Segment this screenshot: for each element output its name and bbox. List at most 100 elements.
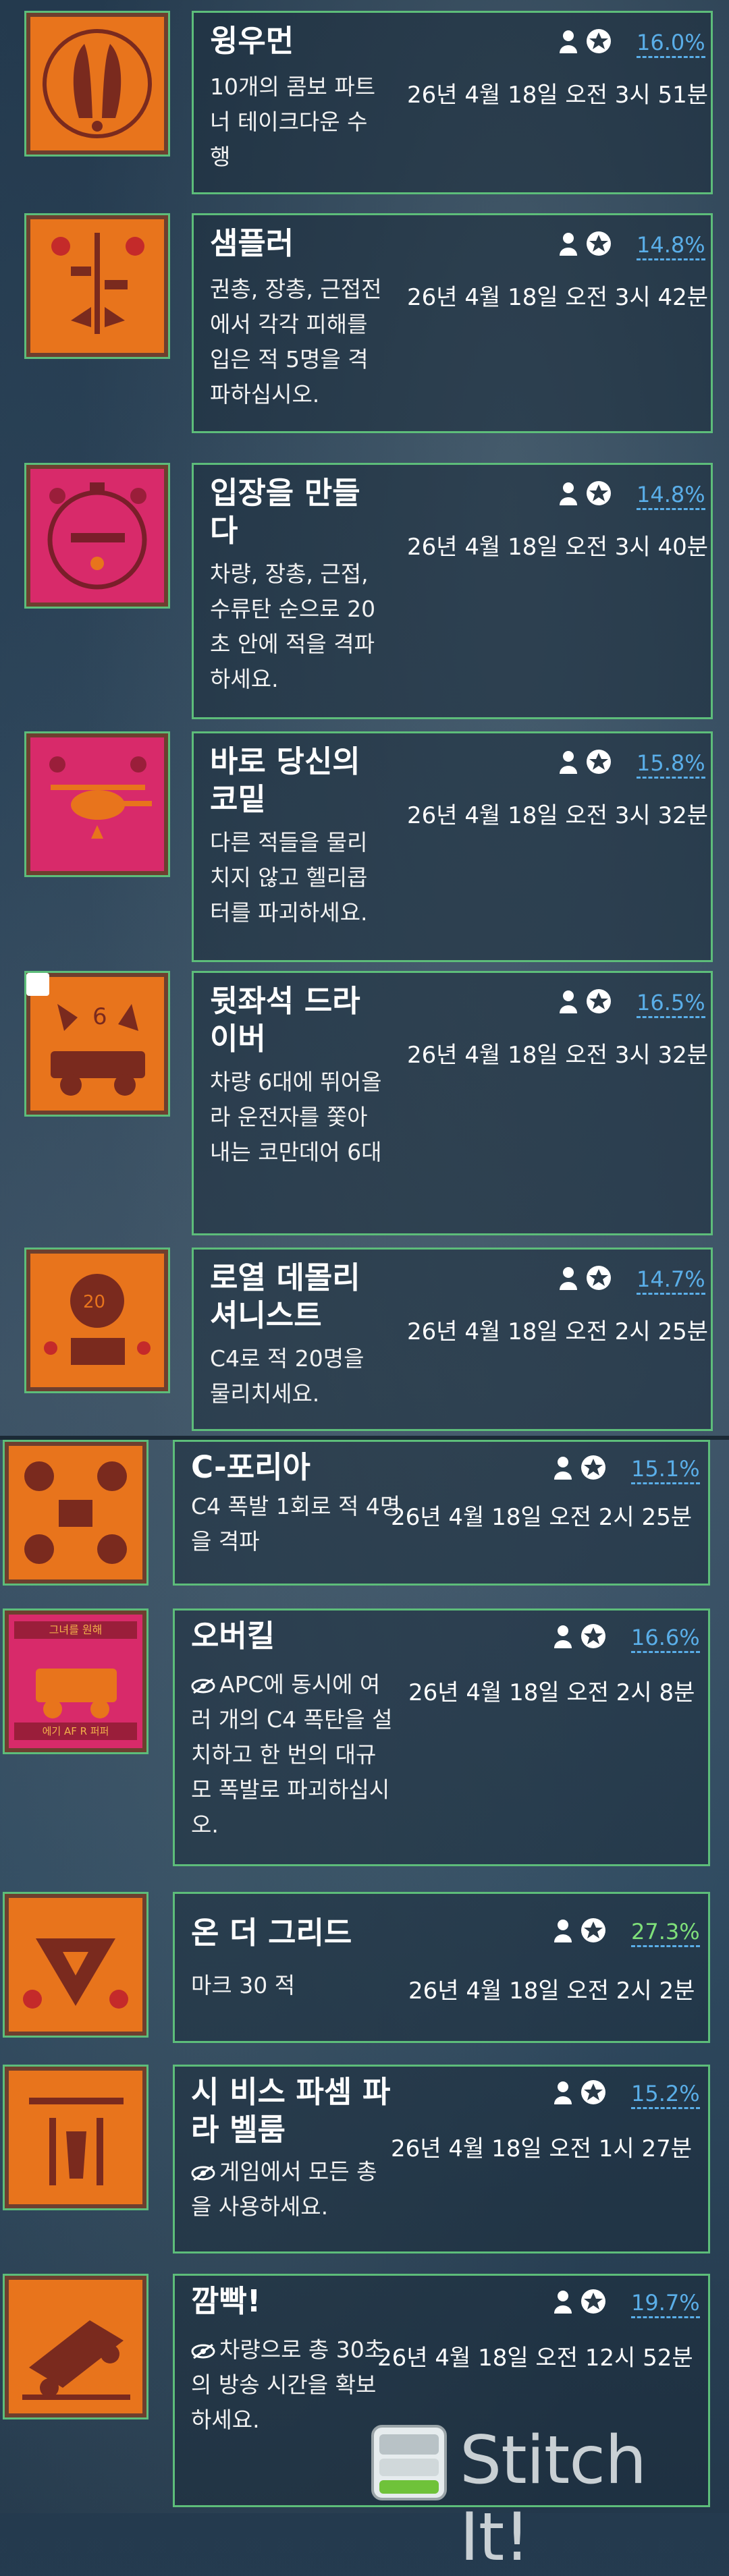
stopwatch-emblem-icon — [47, 482, 147, 590]
achievement-thumbnail — [24, 213, 170, 359]
achievement-status-icons — [553, 1454, 607, 1481]
achievement-row[interactable]: 윙우먼 10개의 콤보 파트너 테이크다운 수행 16.0% 26년 4월 18… — [0, 0, 729, 202]
unlock-date: 26년 4월 18일 오전 3시 32분 — [407, 802, 709, 829]
select-checkbox[interactable] — [26, 973, 49, 996]
hidden-eye-icon — [191, 2343, 215, 2359]
star-badge-icon — [587, 29, 611, 53]
rarity-percentage[interactable]: 15.2% — [631, 2080, 700, 2109]
star-badge-icon — [587, 989, 611, 1013]
achievement-title: 입장을 만들다 — [210, 475, 360, 549]
achievement-row[interactable]: 그녀를 원해 에기 AF R 퍼퍼 오버킬 APC에 동시에 여러 개의 C4 … — [0, 1608, 729, 1878]
rarity-percentage[interactable]: 19.7% — [631, 2289, 700, 2318]
achievement-thumbnail: 그녀를 원해 에기 AF R 퍼퍼 — [3, 1608, 148, 1754]
multi-skull-emblem-icon — [24, 1461, 127, 1564]
person-icon — [560, 233, 577, 256]
star-badge-icon — [587, 1266, 611, 1290]
unlock-date: 26년 4월 18일 오전 2시 8분 — [408, 1679, 695, 1706]
achievement-row[interactable]: C-포리아 C4 폭발 1회로 적 4명을 격파 15.1% 26년 4월 18… — [0, 1440, 729, 1595]
achievement-thumbnail: 6 — [24, 971, 170, 1117]
svg-text:6: 6 — [92, 1003, 107, 1030]
svg-text:20: 20 — [83, 1292, 105, 1312]
stitch-it-watermark: Stitch It! — [369, 2415, 729, 2576]
achievement-status-icons — [553, 1917, 607, 1944]
achievement-title: 온 더 그리드 — [191, 1915, 352, 1951]
star-badge-icon — [587, 231, 611, 256]
achievement-status-icons — [553, 2288, 607, 2315]
rarity-percentage[interactable]: 14.8% — [637, 481, 705, 510]
achievement-status-icons — [553, 1623, 607, 1650]
unlock-date: 26년 4월 18일 오전 3시 42분 — [407, 284, 709, 311]
grid-triangle-emblem-icon — [23, 1938, 128, 2009]
rarity-percentage[interactable]: 16.5% — [637, 989, 705, 1018]
achievement-row[interactable]: 6 뒷좌석 드라이버 차량 6대에 뛰어올라 운전자를 쫓아내는 코만데어 6대… — [0, 968, 729, 1245]
achievement-card: 입장을 만들다 차량, 장총, 근접, 수류탄 순으로 20초 안에 적을 격파… — [192, 463, 713, 719]
rarity-percentage[interactable]: 27.3% — [631, 1918, 700, 1947]
achievement-title: 시 비스 파셈 파라 벨룸 — [191, 2074, 391, 2148]
achievement-status-icons — [558, 1264, 612, 1291]
star-badge-icon — [581, 1918, 605, 1942]
watermark-text: Stitch It! — [460, 2422, 647, 2576]
star-badge-icon — [581, 2080, 605, 2104]
rarity-percentage[interactable]: 15.8% — [637, 750, 705, 779]
achievement-description: 다른 적들을 물리치지 않고 헬리콥터를 파괴하세요. — [210, 829, 368, 926]
star-badge-icon — [581, 1624, 605, 1648]
achievement-card: 오버킬 APC에 동시에 여러 개의 C4 폭탄을 설치하고 한 번의 대규모 … — [173, 1608, 710, 1866]
achievement-row[interactable]: 20 로열 데몰리셔니스트 C4로 적 20명을 물리치세요. 14.7% 26… — [0, 1245, 729, 1437]
achievement-description: 차량, 장총, 근접, 수류탄 순으로 20초 안에 적을 격파하세요. — [210, 561, 376, 692]
rarity-percentage[interactable]: 15.1% — [631, 1455, 700, 1484]
achievement-row[interactable]: 온 더 그리드 마크 30 적 27.3% 26년 4월 18일 오전 2시 2… — [0, 1892, 729, 2061]
achievement-title: C-포리아 — [191, 1449, 310, 1485]
unlock-date: 26년 4월 18일 오전 2시 25분 — [391, 1504, 693, 1531]
rarity-percentage[interactable]: 16.0% — [637, 29, 705, 58]
person-icon — [560, 1267, 577, 1290]
achievement-thumbnail — [24, 11, 170, 157]
person-icon — [560, 482, 577, 505]
star-badge-icon — [587, 481, 611, 505]
achievement-status-icons — [558, 230, 612, 257]
achievement-row[interactable]: 시 비스 파셈 파라 벨룸 게임에서 모든 총을 사용하세요. 15.2% 26… — [0, 2065, 729, 2267]
achievement-thumbnail — [24, 731, 170, 877]
achievement-title: 오버킬 — [191, 1618, 275, 1654]
achievement-description: APC에 동시에 여러 개의 C4 폭탄을 설치하고 한 번의 대규모 폭발로 … — [191, 1667, 394, 1843]
achievement-status-icons — [558, 988, 612, 1015]
rarity-percentage[interactable]: 16.6% — [631, 1624, 700, 1653]
vehicle-jump-emblem-icon: 6 — [51, 1003, 145, 1096]
achievement-description: 차량 6대에 뛰어올라 운전자를 쫓아내는 코만데어 6대 — [210, 1069, 382, 1165]
achievement-card: 바로 당신의 코밑 다른 적들을 물리치지 않고 헬리콥터를 파괴하세요. 15… — [192, 731, 713, 962]
achievement-title: 깜빡! — [191, 2283, 261, 2319]
achievement-thumbnail — [24, 463, 170, 609]
rarity-percentage[interactable]: 14.8% — [637, 231, 705, 260]
jeep-jump-emblem-icon — [22, 2320, 130, 2400]
achievement-title: 샘플러 — [210, 225, 294, 261]
stitch-it-logo-icon — [371, 2425, 447, 2500]
achievement-thumbnail — [3, 1440, 148, 1586]
person-icon — [560, 30, 577, 53]
achievement-card: C-포리아 C4 폭발 1회로 적 4명을 격파 15.1% 26년 4월 18… — [173, 1440, 710, 1586]
achievement-card: 시 비스 파셈 파라 벨룸 게임에서 모든 총을 사용하세요. 15.2% 26… — [173, 2065, 710, 2253]
hidden-eye-icon — [191, 1678, 215, 1693]
achievement-status-icons — [558, 748, 612, 775]
achievement-status-icons — [553, 2079, 607, 2106]
achievement-description: 차량으로 총 30초의 방송 시간을 확보하세요. — [191, 2332, 394, 2438]
achievement-description: C4로 적 20명을 물리치세요. — [210, 1345, 364, 1407]
achievement-description: C4 폭발 1회로 적 4명을 격파 — [191, 1493, 401, 1555]
hands-emblem-icon — [43, 29, 152, 138]
achievement-title: 윙우먼 — [210, 23, 294, 59]
achievement-description-text: 차량으로 총 30초의 방송 시간을 확보하세요. — [191, 2336, 385, 2433]
achievement-description: 10개의 콤보 파트너 테이크다운 수행 — [210, 74, 376, 170]
weapons-emblem-icon — [51, 233, 144, 334]
person-icon — [554, 1625, 572, 1648]
achievement-title: 로열 데몰리셔니스트 — [210, 1260, 360, 1333]
achievement-row[interactable]: 입장을 만들다 차량, 장총, 근접, 수류탄 순으로 20초 안에 적을 격파… — [0, 452, 729, 729]
achievement-row[interactable]: 바로 당신의 코밑 다른 적들을 물리치지 않고 헬리콥터를 파괴하세요. 15… — [0, 729, 729, 968]
achievement-title: 바로 당신의 코밑 — [210, 744, 360, 817]
helicopter-emblem-icon — [49, 756, 152, 839]
achievement-row[interactable]: 샘플러 권총, 장총, 근접전에서 각각 피해를 입은 적 5명을 격파하십시오… — [0, 202, 729, 452]
achievement-card: 샘플러 권총, 장총, 근접전에서 각각 피해를 입은 적 5명을 격파하십시오… — [192, 213, 713, 433]
unlock-date: 26년 4월 18일 오전 1시 27분 — [391, 2135, 693, 2162]
person-icon — [554, 1457, 572, 1480]
star-badge-icon — [587, 750, 611, 774]
achievement-description: 마크 30 적 — [191, 1972, 296, 1998]
rarity-percentage[interactable]: 14.7% — [637, 1266, 705, 1295]
skull-c4-emblem-icon: 20 — [44, 1274, 151, 1365]
